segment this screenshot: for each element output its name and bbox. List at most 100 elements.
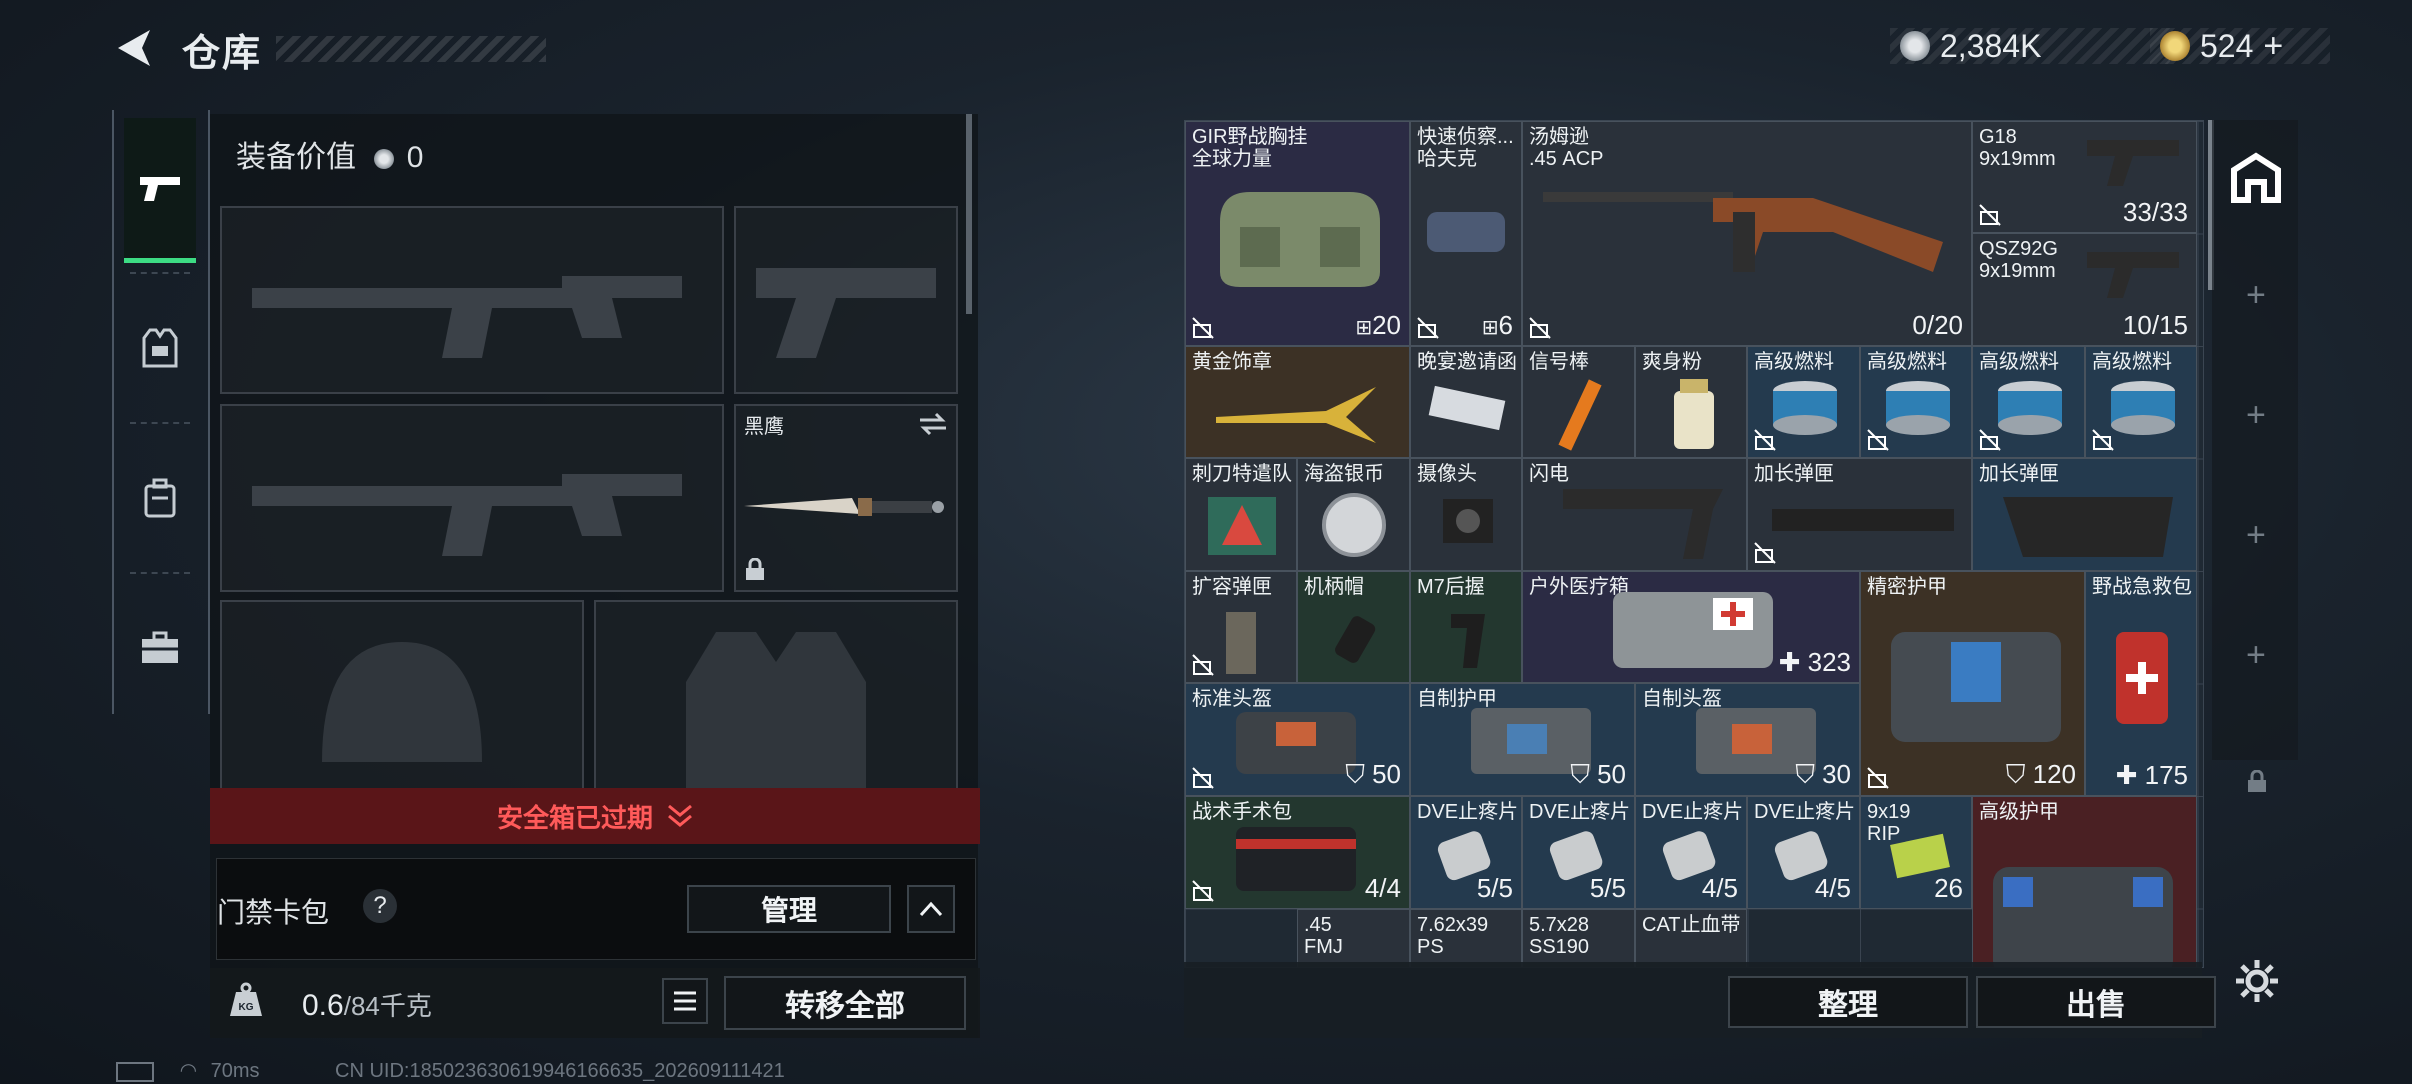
chevron-down-icon xyxy=(668,804,692,827)
grid-item[interactable]: 快速侦察... 哈夫克 ⊞6 xyxy=(1410,121,1522,346)
grid-item[interactable]: 7.62x39 PS xyxy=(1410,909,1522,967)
precision-armor-icon xyxy=(1891,632,2061,742)
list-view-button[interactable] xyxy=(662,978,708,1024)
grid-item[interactable]: DVE止疼片 4/5 xyxy=(1635,796,1747,909)
help-icon[interactable]: ? xyxy=(363,889,397,923)
grid-item[interactable]: CAT止血带 xyxy=(1635,909,1747,967)
grid-item[interactable]: DVE止疼片 5/5 xyxy=(1522,796,1635,909)
melee-slot[interactable]: 黑鹰 xyxy=(734,404,958,592)
grid-item[interactable]: 战术手术包 4/4 xyxy=(1185,796,1410,909)
grid-item[interactable]: 标准头盔 ⛉ 50 xyxy=(1185,683,1410,796)
knife-icon xyxy=(744,498,944,516)
grid-item[interactable]: 高级燃料 xyxy=(1860,346,1972,458)
grid-item[interactable]: 9x19 RIP 26 xyxy=(1860,796,1972,909)
armor-vest-icon xyxy=(142,328,178,368)
weight-current: 0.6 xyxy=(302,989,344,1022)
safe-box-expired-banner[interactable]: 安全箱已过期 xyxy=(210,788,980,844)
grid-item[interactable]: GIR野战胸挂 全球力量 ⊞20 xyxy=(1185,121,1410,346)
grid-item[interactable]: 晚宴邀请函 xyxy=(1410,346,1522,458)
gold-coin-icon xyxy=(2160,31,2190,61)
bayonet-squad-card-icon xyxy=(1208,497,1276,555)
swap-icon[interactable] xyxy=(918,412,948,436)
add-storage-icon[interactable]: + xyxy=(2246,636,2266,675)
inventory-grid: GIR野战胸挂 全球力量 ⊞20 快速侦察... 哈夫克 ⊞6 汤姆逊 .45 ACP… xyxy=(1184,120,2204,968)
equipment-scrollbar[interactable] xyxy=(966,114,972,314)
first-aid-kit-icon xyxy=(2116,632,2168,724)
silver-currency[interactable]: 2,384K xyxy=(1890,28,2170,64)
grid-item[interactable]: 扩容弹匣 xyxy=(1185,571,1297,683)
warehouse-icon[interactable] xyxy=(2230,152,2282,204)
grid-item[interactable]: 精密护甲 ⛉ 120 xyxy=(1860,571,2085,796)
unlock-icon xyxy=(1192,654,1214,676)
weight-readout: 0.6/84千克 xyxy=(302,986,432,1023)
grid-item[interactable]: DVE止疼片 5/5 xyxy=(1410,796,1522,909)
grid-item[interactable]: 爽身粉 xyxy=(1635,346,1747,458)
grid-item[interactable]: G18 9x19mm 33/33 xyxy=(1972,121,2197,233)
sort-button[interactable]: 整理 xyxy=(1728,976,1968,1028)
gold-currency[interactable]: 524 + xyxy=(2150,27,2330,66)
primary-weapon-slot[interactable] xyxy=(220,206,724,394)
grid-item[interactable]: .45 FMJ xyxy=(1297,909,1410,967)
helmet-slot[interactable] xyxy=(220,600,584,788)
settings-gear-icon[interactable] xyxy=(2234,958,2280,1004)
transfer-all-button[interactable]: 转移全部 xyxy=(724,976,966,1030)
grid-item[interactable]: 高级燃料 xyxy=(1972,346,2085,458)
thompson-smg-icon xyxy=(1543,192,1943,272)
grid-item[interactable]: 加长弹匣 xyxy=(1972,458,2197,571)
unlock-icon xyxy=(1867,429,1889,451)
g18-pistol-icon xyxy=(2087,140,2179,186)
tab-weapons[interactable] xyxy=(124,118,196,263)
grid-item[interactable]: 闪电 xyxy=(1522,458,1747,571)
grid-item[interactable]: M7后握 xyxy=(1410,571,1522,683)
unlock-icon xyxy=(1754,542,1776,564)
grid-item[interactable]: 高级燃料 xyxy=(2085,346,2197,458)
grid-item[interactable]: 黄金饰章 xyxy=(1185,346,1410,458)
collapse-button[interactable] xyxy=(907,885,955,933)
grid-item[interactable]: 5.7x28 SS190 xyxy=(1522,909,1635,967)
grid-item[interactable]: 汤姆逊 .45 ACP 0/20 xyxy=(1522,121,1972,346)
manage-button[interactable]: 管理 xyxy=(687,885,891,933)
add-storage-icon[interactable]: + xyxy=(2246,396,2266,435)
grid-item[interactable]: 户外医疗箱 ✚ 323 xyxy=(1522,571,1860,683)
grid-item[interactable]: DVE止疼片 4/5 xyxy=(1747,796,1860,909)
unlock-icon xyxy=(1417,317,1439,339)
status-bar: ◠ 70ms CN UID:185023630619946166635_2026… xyxy=(116,1058,785,1083)
add-storage-icon[interactable]: + xyxy=(2246,276,2266,315)
unlock-icon xyxy=(1979,429,2001,451)
sidearm-slot[interactable] xyxy=(734,206,958,394)
back-arrow-icon[interactable] xyxy=(112,26,154,70)
grid-item[interactable]: 机柄帽 xyxy=(1297,571,1410,683)
grid-item[interactable]: 高级燃料 xyxy=(1747,346,1860,458)
weight-max: /84千克 xyxy=(343,991,432,1021)
grid-item[interactable]: 自制护甲 ⛉ 50 xyxy=(1410,683,1635,796)
grid-item[interactable]: 高级护甲 xyxy=(1972,796,2197,967)
sell-button[interactable]: 出售 xyxy=(1976,976,2216,1028)
extended-mag-icon xyxy=(1772,509,1954,531)
grid-item[interactable]: 海盗银币 xyxy=(1297,458,1410,571)
secondary-weapon-slot[interactable] xyxy=(220,404,724,592)
grid-item[interactable]: 信号棒 xyxy=(1522,346,1635,458)
tab-toolbox[interactable] xyxy=(124,578,196,718)
unlock-icon xyxy=(1192,767,1214,789)
add-gold-icon[interactable]: + xyxy=(2263,27,2283,66)
tab-backpack[interactable] xyxy=(124,428,196,568)
armor-slot[interactable] xyxy=(594,600,958,802)
grid-item[interactable]: QSZ92G 9x19mm 10/15 xyxy=(1972,233,2197,346)
keycard-label: 门禁卡包 xyxy=(217,897,330,928)
unlock-icon xyxy=(1529,317,1551,339)
heal-plus-icon: ✚ xyxy=(1778,647,1808,677)
uid-text: CN UID:185023630619946166635_20260911142… xyxy=(335,1060,785,1082)
capacity-icon: ⊞ xyxy=(1355,317,1373,339)
grid-item[interactable]: 加长弹匣 xyxy=(1747,458,1972,571)
unlock-icon xyxy=(1979,204,2001,226)
grip-icon xyxy=(1451,614,1485,668)
tab-armor[interactable] xyxy=(124,278,196,418)
grid-item[interactable]: 自制头盔 ⛉ 30 xyxy=(1635,683,1860,796)
add-storage-icon[interactable]: + xyxy=(2246,516,2266,555)
gold-badge-icon xyxy=(1216,387,1376,443)
curved-mag-icon xyxy=(2003,497,2173,557)
grid-item[interactable]: 刺刀特遣队 xyxy=(1185,458,1297,571)
silver-coin-icon xyxy=(1900,31,1930,61)
grid-item[interactable]: 野战急救包 ✚ 175 xyxy=(2085,571,2197,796)
grid-item[interactable]: 摄像头 xyxy=(1410,458,1522,571)
